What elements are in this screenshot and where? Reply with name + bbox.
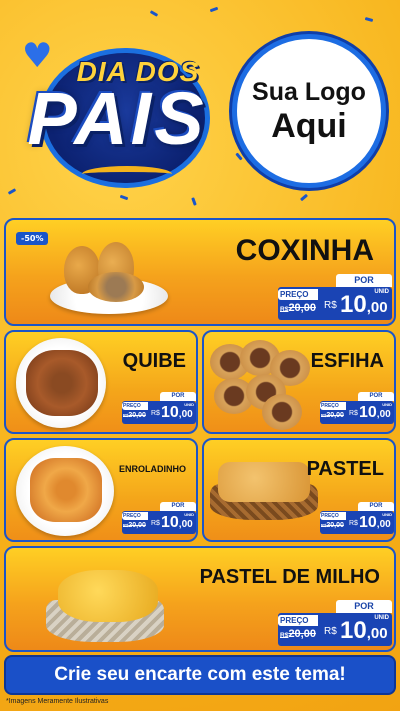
price-value: 10,00	[340, 617, 388, 644]
price-value: 10,00	[340, 291, 388, 318]
unit-label: UNID	[374, 289, 389, 295]
price-tag: POR PREÇO R$20,00 R$ 10,00 UNID	[278, 600, 392, 646]
product-card-esfiha[interactable]: ESFIHA POR PREÇO R$20,00 R$ 10,00 UNID	[202, 330, 396, 434]
logo-line2: Aqui	[271, 107, 347, 145]
product-name: PASTEL	[306, 458, 384, 480]
old-price: R$20,00	[123, 412, 146, 419]
preco-label: PREÇO	[122, 402, 148, 410]
unit-label: UNID	[382, 402, 392, 407]
price-box: PREÇO R$20,00 R$ 10,00 UNID	[320, 401, 394, 424]
preco-label: PREÇO	[278, 615, 318, 626]
flyer-page: ♥ DIA DOS PAIS Sua Logo Aqui -50% COXINH…	[0, 0, 400, 711]
price-box: PREÇO R$20,00 R$ 10,00 UNID	[320, 511, 394, 534]
product-card-enroladinho[interactable]: ENROLADINHO POR PREÇO R$20,00 R$ 10,00 U…	[4, 438, 198, 542]
unit-label: UNID	[184, 402, 194, 407]
unit-label: UNID	[382, 512, 392, 517]
price-tag: POR PREÇO R$20,00 R$ 10,00 UNID	[320, 392, 394, 424]
currency-symbol: R$	[349, 410, 358, 417]
logo-placeholder[interactable]: Sua Logo Aqui	[232, 34, 386, 188]
price-box: PREÇO R$20,00 R$ 10,00 UNID	[122, 511, 196, 534]
header: ♥ DIA DOS PAIS Sua Logo Aqui	[0, 0, 400, 212]
product-name: ENROLADINHO	[119, 464, 186, 474]
price-box: PREÇO R$20,00 R$ 10,00 UNID	[278, 287, 392, 320]
por-label: POR	[336, 274, 392, 287]
product-card-pastel[interactable]: PASTEL POR PREÇO R$20,00 R$ 10,00 UNID	[202, 438, 396, 542]
logo-line1: Sua Logo	[252, 78, 366, 106]
esfiha-image	[262, 394, 302, 430]
price-tag: POR PREÇO R$20,00 R$ 10,00 UNID	[122, 392, 196, 424]
create-flyer-button[interactable]: Crie seu encarte com este tema!	[4, 655, 396, 695]
por-label: POR	[358, 392, 394, 401]
mustache-icon	[82, 166, 172, 182]
price-tag: POR PREÇO R$20,00 R$ 10,00 UNID	[320, 502, 394, 534]
product-card-coxinha[interactable]: -50% COXINHA POR PREÇO R$20,00 R$ 10,00 …	[4, 218, 396, 326]
old-price: R$20,00	[321, 412, 344, 419]
product-name: QUIBE	[122, 350, 186, 372]
unit-label: UNID	[374, 615, 389, 621]
product-card-pastel-de-milho[interactable]: PASTEL DE MILHO POR PREÇO R$20,00 R$ 10,…	[4, 546, 396, 652]
title-main-text: PAIS	[27, 77, 207, 160]
price-tag: POR PREÇO R$20,00 R$ 10,00 UNID	[122, 502, 196, 534]
product-name: PASTEL DE MILHO	[199, 566, 380, 588]
product-name: COXINHA	[235, 234, 374, 267]
por-label: POR	[160, 392, 196, 401]
preco-label: PREÇO	[122, 512, 148, 520]
price-tag: POR PREÇO R$20,00 R$ 10,00 UNID	[278, 274, 392, 320]
pastel-image	[218, 462, 310, 502]
pastel-de-milho-image	[58, 570, 158, 622]
old-price: R$20,00	[280, 628, 316, 640]
price-box: PREÇO R$20,00 R$ 10,00 UNID	[278, 613, 392, 646]
product-card-quibe[interactable]: QUIBE POR PREÇO R$20,00 R$ 10,00 UNID	[4, 330, 198, 434]
old-price: R$20,00	[123, 522, 146, 529]
old-price: R$20,00	[321, 522, 344, 529]
currency-symbol: R$	[324, 300, 337, 311]
preco-label: PREÇO	[320, 512, 346, 520]
discount-badge: -50%	[16, 232, 49, 245]
footnote: *Imagens Meramente Ilustrativas	[6, 698, 109, 705]
currency-symbol: R$	[349, 520, 358, 527]
dia-dos-pais-badge: ♥ DIA DOS PAIS	[10, 18, 225, 188]
coxinha-image	[88, 272, 144, 302]
preco-label: PREÇO	[278, 289, 318, 300]
old-price: R$20,00	[280, 302, 316, 314]
por-label: POR	[160, 502, 196, 511]
preco-label: PREÇO	[320, 402, 346, 410]
quibe-image	[26, 350, 98, 416]
currency-symbol: R$	[324, 626, 337, 637]
unit-label: UNID	[184, 512, 194, 517]
por-label: POR	[358, 502, 394, 511]
price-box: PREÇO R$20,00 R$ 10,00 UNID	[122, 401, 196, 424]
por-label: POR	[336, 600, 392, 613]
currency-symbol: R$	[151, 410, 160, 417]
product-name: ESFIHA	[310, 350, 384, 372]
heart-icon: ♥	[22, 36, 53, 76]
enroladinho-image	[30, 458, 102, 522]
currency-symbol: R$	[151, 520, 160, 527]
